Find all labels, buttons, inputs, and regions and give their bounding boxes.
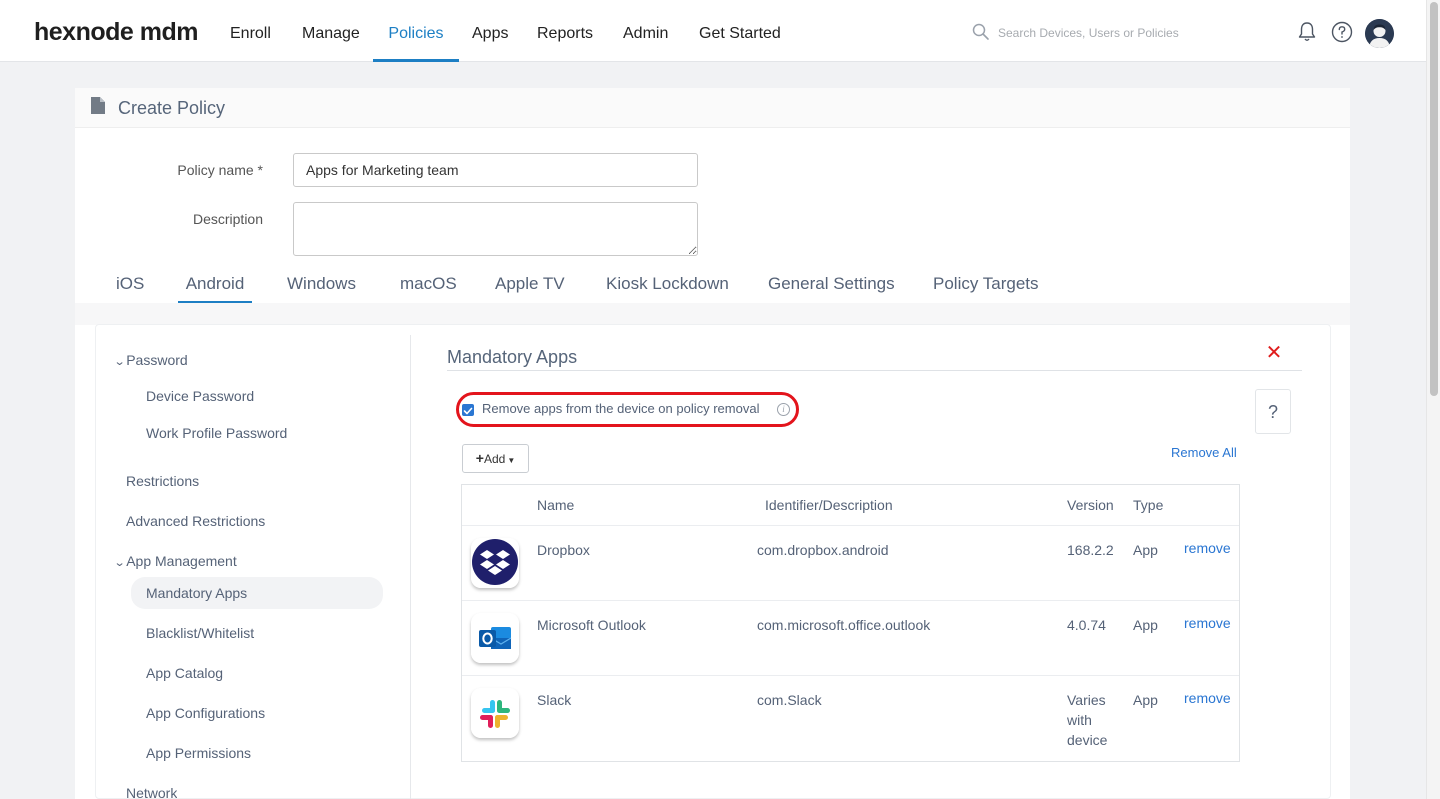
- sidebar-item-app-permissions[interactable]: App Permissions: [146, 745, 251, 761]
- hexnode-logo[interactable]: hexnode mdm: [34, 18, 198, 47]
- remove-apps-checkbox[interactable]: [462, 404, 474, 416]
- sidebar-group-app-management[interactable]: ⌄App Management: [113, 553, 237, 569]
- column-header-identifier: Identifier/Description: [765, 497, 893, 513]
- section-divider: [447, 370, 1302, 371]
- close-icon[interactable]: ✕: [1264, 343, 1284, 363]
- nav-reports[interactable]: Reports: [537, 0, 593, 62]
- sidebar-item-advanced-restrictions[interactable]: Advanced Restrictions: [126, 513, 265, 529]
- nav-admin[interactable]: Admin: [623, 0, 668, 62]
- app-type: App: [1133, 542, 1158, 558]
- scrollbar-thumb[interactable]: [1430, 2, 1438, 396]
- caret-down-icon: ▼: [507, 456, 516, 465]
- outlook-icon: [471, 613, 519, 663]
- tab-macos[interactable]: macOS: [400, 274, 457, 304]
- tab-ios[interactable]: iOS: [116, 274, 144, 304]
- sidebar-item-device-password[interactable]: Device Password: [146, 388, 254, 404]
- table-row: Dropbox com.dropbox.android 168.2.2 App …: [462, 525, 1239, 600]
- info-icon[interactable]: i: [777, 403, 790, 416]
- page-scrollbar[interactable]: [1426, 0, 1440, 799]
- app-version: Varies with device: [1067, 692, 1108, 748]
- sidebar-item-work-profile-password[interactable]: Work Profile Password: [146, 425, 287, 441]
- sidebar-item-network[interactable]: Network: [126, 785, 177, 799]
- chevron-down-icon: ⌄: [113, 356, 126, 368]
- tab-android[interactable]: Android: [178, 274, 252, 304]
- table-row: Slack com.Slack Varies with device App r…: [462, 675, 1239, 761]
- sidebar-group-password-label: Password: [126, 352, 188, 368]
- search-input[interactable]: [998, 23, 1228, 43]
- chevron-down-icon: ⌄: [113, 557, 126, 569]
- bell-icon[interactable]: [1295, 20, 1319, 44]
- app-identifier: com.dropbox.android: [757, 542, 889, 558]
- mandatory-apps-table: Name Identifier/Description Version Type: [461, 484, 1240, 762]
- nav-manage[interactable]: Manage: [302, 0, 360, 62]
- sidebar-item-mandatory-apps[interactable]: Mandatory Apps: [131, 577, 383, 609]
- description-textarea[interactable]: [293, 202, 698, 256]
- app-name: Microsoft Outlook: [537, 617, 646, 633]
- app-identifier: com.microsoft.office.outlook: [757, 617, 931, 633]
- tab-content-band: [75, 303, 1350, 325]
- column-header-type: Type: [1133, 497, 1164, 513]
- plus-icon: +: [475, 450, 484, 466]
- checkmark-icon: [463, 407, 473, 415]
- tab-policy-targets[interactable]: Policy Targets: [933, 274, 1039, 304]
- add-button-label: Add: [483, 452, 506, 466]
- document-icon: [91, 97, 105, 114]
- sidebar-divider: [410, 335, 411, 799]
- help-button[interactable]: ?: [1255, 389, 1291, 434]
- slack-icon: [471, 688, 519, 738]
- top-navbar: hexnode mdm Enroll Manage Policies Apps …: [0, 0, 1426, 62]
- remove-apps-label[interactable]: Remove apps from the device on policy re…: [482, 401, 759, 416]
- table-row: Microsoft Outlook com.microsoft.office.o…: [462, 600, 1239, 675]
- card-header: Create Policy: [75, 88, 1350, 128]
- dropbox-icon: [471, 538, 519, 588]
- help-icon[interactable]: [1330, 20, 1354, 44]
- app-version: 4.0.74: [1067, 617, 1106, 633]
- policy-name-input[interactable]: [293, 153, 698, 187]
- remove-app-link[interactable]: remove: [1184, 690, 1231, 706]
- app-version: 168.2.2: [1067, 542, 1114, 558]
- column-header-version: Version: [1067, 497, 1114, 513]
- tab-apple-tv[interactable]: Apple TV: [495, 274, 565, 304]
- tab-general-settings[interactable]: General Settings: [768, 274, 895, 304]
- policy-name-label: Policy name *: [177, 162, 263, 178]
- remove-app-link[interactable]: remove: [1184, 540, 1231, 556]
- app-type: App: [1133, 692, 1158, 708]
- app-name: Slack: [537, 692, 572, 708]
- avatar-icon: [1365, 19, 1394, 48]
- app-identifier: com.Slack: [757, 692, 822, 708]
- tab-kiosk-lockdown[interactable]: Kiosk Lockdown: [606, 274, 729, 304]
- description-label: Description: [192, 211, 263, 227]
- tab-windows[interactable]: Windows: [287, 274, 356, 304]
- sidebar-item-mandatory-apps-label: Mandatory Apps: [146, 585, 248, 601]
- sidebar-item-app-configurations[interactable]: App Configurations: [146, 705, 265, 721]
- user-avatar[interactable]: [1365, 19, 1394, 48]
- column-header-name: Name: [537, 497, 575, 513]
- sidebar-item-app-catalog[interactable]: App Catalog: [146, 665, 223, 681]
- app-name: Dropbox: [537, 542, 590, 558]
- app-type: App: [1133, 617, 1158, 633]
- sidebar-item-restrictions[interactable]: Restrictions: [126, 473, 199, 489]
- nav-get-started[interactable]: Get Started: [699, 0, 781, 62]
- nav-policies[interactable]: Policies: [373, 0, 459, 62]
- add-app-button[interactable]: +Add ▼: [462, 444, 529, 473]
- page-title: Create Policy: [118, 98, 226, 118]
- nav-enroll[interactable]: Enroll: [230, 0, 271, 62]
- search-icon: [972, 23, 989, 40]
- nav-apps[interactable]: Apps: [472, 0, 508, 62]
- remove-app-link[interactable]: remove: [1184, 615, 1231, 631]
- section-title: Mandatory Apps: [447, 347, 578, 367]
- policy-settings-panel: ⌄Password Device Password Work Profile P…: [95, 324, 1331, 799]
- search-box: [972, 22, 1232, 44]
- sidebar-group-password[interactable]: ⌄Password: [113, 352, 188, 368]
- sidebar-item-blacklist-whitelist[interactable]: Blacklist/Whitelist: [146, 625, 254, 641]
- remove-all-link[interactable]: Remove All: [1171, 445, 1237, 460]
- sidebar-group-app-management-label: App Management: [126, 553, 237, 569]
- create-policy-card: Create Policy Policy name * Description …: [75, 88, 1350, 799]
